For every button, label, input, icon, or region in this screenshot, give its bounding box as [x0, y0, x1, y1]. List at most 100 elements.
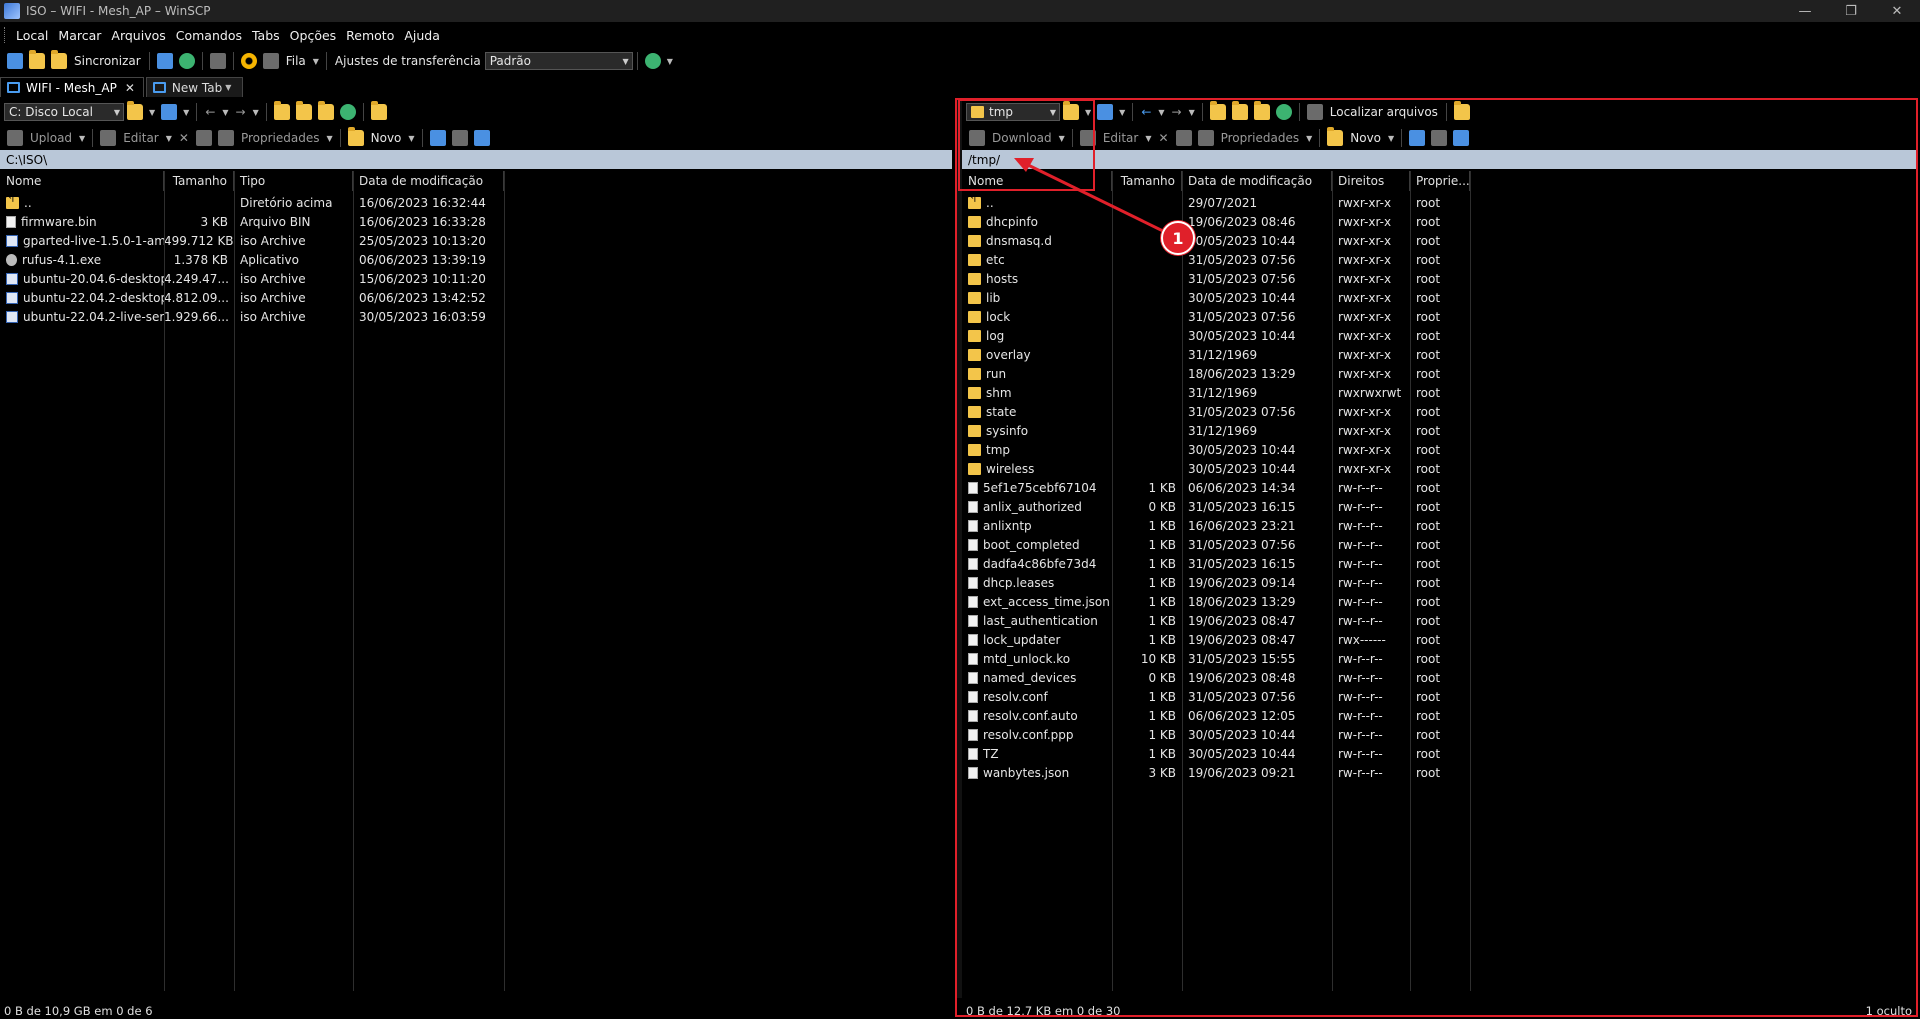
- table-row[interactable]: mtd_unlock.ko 10 KB 31/05/2023 15:55 rw-r--…: [962, 649, 1470, 668]
- maximize-button[interactable]: ❐: [1828, 0, 1874, 22]
- menu-arquivos[interactable]: Arquivos: [106, 28, 170, 43]
- table-row[interactable]: hosts 31/05/2023 07:56 rwxr-xr-x root: [962, 269, 1470, 288]
- table-row[interactable]: tmp 30/05/2023 10:44 rwxr-xr-x root: [962, 440, 1470, 459]
- remote-path-bar[interactable]: /tmp/: [962, 150, 1916, 169]
- table-row[interactable]: run 18/06/2023 13:29 rwxr-xr-x root: [962, 364, 1470, 383]
- column-header-type[interactable]: Tipo: [234, 171, 353, 191]
- chevron-down-icon[interactable]: ▼: [149, 108, 155, 117]
- refresh-icon[interactable]: [1275, 104, 1292, 120]
- back-icon[interactable]: ←: [205, 105, 215, 119]
- download-icon[interactable]: [969, 130, 985, 146]
- table-row[interactable]: last_authentication 1 KB 19/06/2023 08:47 r…: [962, 611, 1470, 630]
- queue-button[interactable]: Fila: [286, 54, 306, 68]
- table-row[interactable]: dhcp.leases 1 KB 19/06/2023 09:14 rw-r--r--…: [962, 573, 1470, 592]
- home-icon[interactable]: [317, 101, 334, 120]
- table-row[interactable]: wireless 30/05/2023 10:44 rwxr-xr-x root: [962, 459, 1470, 478]
- table-row[interactable]: .. Diretório acima 16/06/2023 16:32:44: [0, 193, 504, 212]
- transfer-preset-select[interactable]: Padrão ▼: [484, 52, 633, 70]
- table-row[interactable]: lib 30/05/2023 10:44 rwxr-xr-x root: [962, 288, 1470, 307]
- chevron-down-icon[interactable]: ▼: [79, 134, 85, 143]
- table-row[interactable]: sysinfo 31/12/1969 rwxr-xr-x root: [962, 421, 1470, 440]
- root-dir-icon[interactable]: [1231, 101, 1248, 120]
- table-row[interactable]: log 30/05/2023 10:44 rwxr-xr-x root: [962, 326, 1470, 345]
- console-icon[interactable]: [156, 53, 173, 69]
- chevron-down-icon[interactable]: ▼: [1306, 134, 1312, 143]
- table-row[interactable]: ubuntu-22.04.2-desktop... 4.812.09... iso …: [0, 288, 504, 307]
- table-row[interactable]: wanbytes.json 3 KB 19/06/2023 09:21 rw-r--r…: [962, 763, 1470, 782]
- table-row[interactable]: firmware.bin 3 KB Arquivo BIN 16/06/2023 16…: [0, 212, 504, 231]
- find-files-icon[interactable]: [1306, 104, 1323, 120]
- sync-browsing-icon[interactable]: [29, 50, 45, 69]
- tree-icon[interactable]: [370, 101, 387, 120]
- toolbar-grip[interactable]: [4, 27, 7, 43]
- deselect-icon[interactable]: [451, 130, 468, 146]
- compare-dirs-icon[interactable]: [7, 53, 23, 69]
- new-folder-icon[interactable]: [347, 127, 364, 146]
- table-row[interactable]: gparted-live-1.5.0-1-am... 499.712 KB iso …: [0, 231, 504, 250]
- table-row[interactable]: rufus-4.1.exe 1.378 KB Aplicativo 06/06/202…: [0, 250, 504, 269]
- properties-button[interactable]: Propriedades: [1221, 131, 1300, 145]
- remote-file-list[interactable]: Nome Tamanho Data de modificação Direito…: [962, 171, 1916, 991]
- table-row[interactable]: resolv.conf 1 KB 31/05/2023 07:56 rw-r--r--…: [962, 687, 1470, 706]
- table-row[interactable]: overlay 31/12/1969 rwxr-xr-x root: [962, 345, 1470, 364]
- gear-icon[interactable]: [240, 53, 257, 69]
- remote-icon[interactable]: [209, 53, 226, 69]
- parent-dir-icon[interactable]: [1209, 101, 1226, 120]
- root-dir-icon[interactable]: [295, 101, 312, 120]
- parent-dir-icon[interactable]: [273, 101, 290, 120]
- chevron-down-icon[interactable]: ▼: [1119, 108, 1125, 117]
- select-all-icon[interactable]: [1409, 130, 1426, 146]
- select-all-icon[interactable]: [429, 130, 446, 146]
- delete-icon[interactable]: ✕: [1159, 131, 1169, 145]
- chevron-down-icon[interactable]: ▼: [408, 134, 414, 143]
- table-row[interactable]: dnsmasq.d 30/05/2023 10:44 rwxr-xr-x root: [962, 231, 1470, 250]
- rename-icon[interactable]: [1175, 130, 1192, 146]
- chevron-down-icon[interactable]: ▼: [326, 134, 332, 143]
- sync-icon[interactable]: [644, 53, 661, 69]
- table-row[interactable]: ubuntu-22.04.2-live-ser... 1.929.66... iso…: [0, 307, 504, 326]
- table-row[interactable]: dhcpinfo 19/06/2023 08:46 rwxr-xr-x root: [962, 212, 1470, 231]
- table-row[interactable]: resolv.conf.ppp 1 KB 30/05/2023 10:44 rw-r-…: [962, 725, 1470, 744]
- table-row[interactable]: lock 31/05/2023 07:56 rwxr-xr-x root: [962, 307, 1470, 326]
- queue-icon[interactable]: [262, 53, 279, 69]
- download-button[interactable]: Download: [992, 131, 1052, 145]
- open-folder-icon[interactable]: [1063, 101, 1079, 120]
- deselect-icon[interactable]: [1431, 130, 1448, 146]
- chevron-down-icon[interactable]: ▼: [222, 108, 228, 117]
- open-folder-icon[interactable]: [127, 101, 143, 120]
- table-row[interactable]: TZ 1 KB 30/05/2023 10:44 rw-r--r-- root: [962, 744, 1470, 763]
- upload-button[interactable]: Upload: [30, 131, 72, 145]
- table-row[interactable]: ext_access_time.json 1 KB 18/06/2023 13:29…: [962, 592, 1470, 611]
- column-header-owner[interactable]: Proprie...: [1410, 171, 1470, 191]
- close-icon[interactable]: ✕: [125, 81, 135, 95]
- rename-icon[interactable]: [195, 130, 212, 146]
- column-header-size[interactable]: Tamanho: [164, 171, 234, 191]
- table-row[interactable]: .. 29/07/2021 rwxr-xr-x root: [962, 193, 1470, 212]
- tab-wifi-mesh-ap[interactable]: WIFI - Mesh_AP ✕: [0, 77, 144, 97]
- chevron-down-icon[interactable]: ▼: [225, 83, 231, 92]
- back-icon[interactable]: ←: [1141, 105, 1151, 119]
- local-drive-select[interactable]: C: Disco Local ▼: [4, 103, 124, 121]
- filter-icon[interactable]: [1453, 130, 1470, 146]
- column-header-size[interactable]: Tamanho: [1112, 171, 1182, 191]
- column-header-modified[interactable]: Data de modificação: [353, 171, 504, 191]
- filter-icon[interactable]: [1097, 104, 1114, 120]
- edit-button[interactable]: Editar: [1103, 131, 1139, 145]
- menu-marcar[interactable]: Marcar: [53, 28, 106, 43]
- chevron-down-icon[interactable]: ▼: [667, 57, 673, 66]
- minimize-button[interactable]: —: [1782, 0, 1828, 22]
- properties-icon[interactable]: [217, 130, 234, 146]
- local-file-list[interactable]: Nome Tamanho Tipo Data de modificação ..…: [0, 171, 952, 991]
- forward-icon[interactable]: →: [1172, 105, 1182, 119]
- table-row[interactable]: lock_updater 1 KB 19/06/2023 08:47 rwx-----…: [962, 630, 1470, 649]
- chevron-down-icon[interactable]: ▼: [1145, 134, 1151, 143]
- table-row[interactable]: etc 31/05/2023 07:56 rwxr-xr-x root: [962, 250, 1470, 269]
- home-icon[interactable]: [1253, 101, 1270, 120]
- menu-ajuda[interactable]: Ajuda: [399, 28, 445, 43]
- menu-remoto[interactable]: Remoto: [341, 28, 399, 43]
- table-row[interactable]: boot_completed 1 KB 31/05/2023 07:56 rw-r--…: [962, 535, 1470, 554]
- new-folder-icon[interactable]: [1327, 127, 1344, 146]
- delete-icon[interactable]: ✕: [179, 131, 189, 145]
- tree-icon[interactable]: [1453, 101, 1470, 120]
- chevron-down-icon[interactable]: ▼: [1059, 134, 1065, 143]
